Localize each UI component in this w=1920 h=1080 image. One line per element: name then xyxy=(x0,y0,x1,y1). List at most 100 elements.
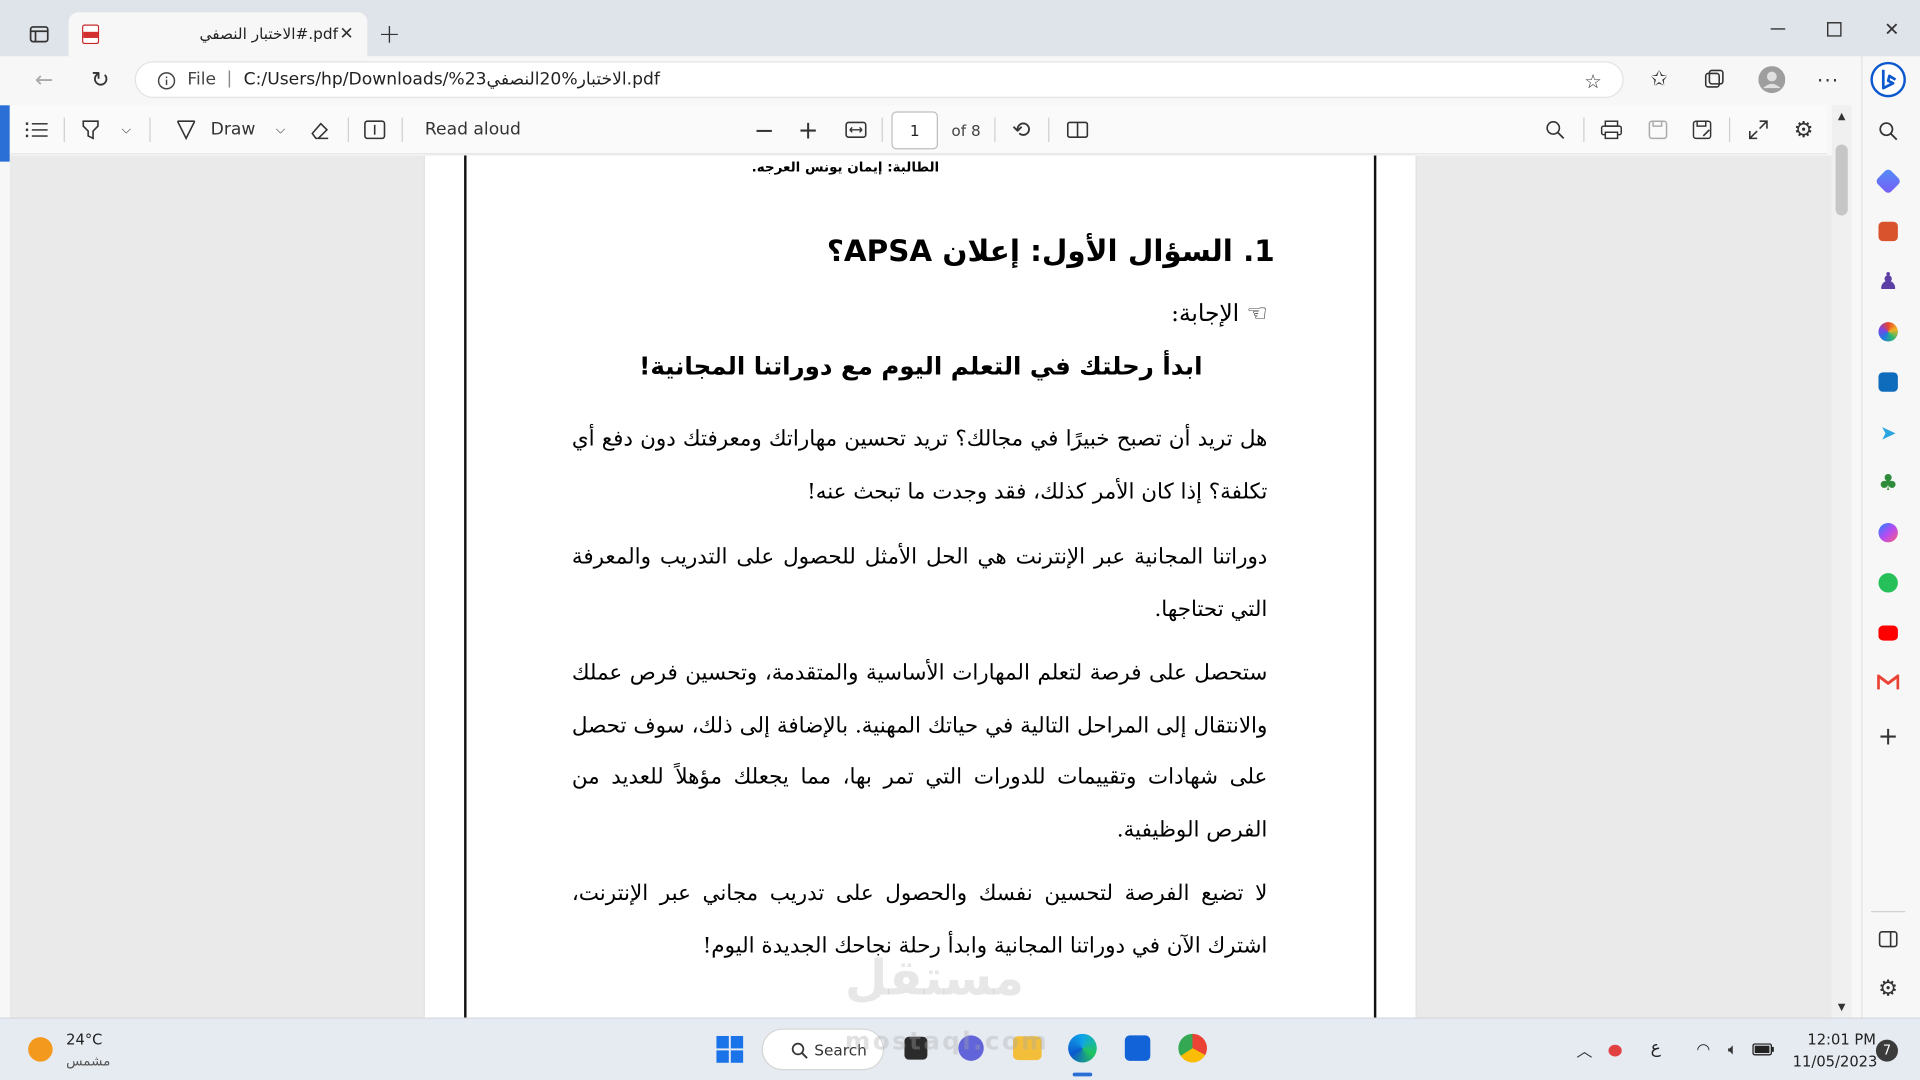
separator xyxy=(1583,117,1585,143)
chevron-up-icon[interactable]: ︿ xyxy=(1575,1040,1595,1061)
clock-date[interactable]: 11/05/2023 xyxy=(1793,1053,1878,1070)
chrome-icon[interactable] xyxy=(1178,1033,1207,1063)
watermark-latin: mostaql.com xyxy=(844,1026,1050,1056)
page-number-input[interactable]: 1 xyxy=(891,111,938,150)
separator xyxy=(881,117,883,143)
sidebar-settings-icon[interactable]: ⚙ xyxy=(1875,975,1902,1002)
vertical-scrollbar[interactable] xyxy=(1831,105,1852,1018)
active-app-indicator xyxy=(1072,1072,1093,1077)
pdf-page: الطالبة: إيمان يونس العرجه. 1. السؤال ال… xyxy=(424,155,1416,1025)
close-tab-icon[interactable]: ✕ xyxy=(338,24,355,44)
weather-description: مشمس xyxy=(66,1053,111,1069)
search-icon[interactable] xyxy=(1875,118,1902,145)
info-icon[interactable] xyxy=(156,70,178,92)
close-window-icon[interactable]: ✕ xyxy=(1880,17,1904,41)
settings-gear-icon[interactable]: ⚙ xyxy=(1791,117,1815,143)
whatsapp-icon[interactable] xyxy=(1878,573,1898,593)
outlook-icon[interactable] xyxy=(1878,372,1898,392)
chevron-down-icon[interactable]: ⌵ xyxy=(272,120,289,140)
paragraph: دوراتنا المجانية عبر الإنترنت هي الحل ال… xyxy=(571,544,1268,622)
split-screen-icon[interactable] xyxy=(1875,926,1902,953)
draw-label[interactable]: Draw xyxy=(211,120,256,140)
wifi-icon[interactable]: ◠ xyxy=(1692,1040,1714,1060)
page-count: of 8 xyxy=(951,121,981,140)
highlight-icon[interactable] xyxy=(78,118,102,142)
weather-sun-icon[interactable] xyxy=(28,1037,53,1062)
back-icon[interactable]: ← xyxy=(29,66,58,93)
volume-icon[interactable]: 🔈︎ xyxy=(1722,1040,1744,1060)
ad-headline: ابدأ رحلتك في التعلم اليوم مع دوراتنا ال… xyxy=(639,351,1203,381)
tools-briefcase-icon[interactable] xyxy=(1878,221,1898,242)
separator xyxy=(347,117,349,143)
contents-icon[interactable] xyxy=(24,118,48,142)
edge-browser-icon[interactable] xyxy=(1068,1033,1097,1063)
tab-title: الاختبار النصفي#.pdf xyxy=(199,24,338,43)
gmail-icon[interactable] xyxy=(1875,669,1902,696)
fit-width-icon[interactable] xyxy=(842,118,869,142)
find-icon[interactable] xyxy=(1543,118,1567,142)
window-accent xyxy=(0,105,10,162)
weather-temperature[interactable]: 24°C xyxy=(66,1031,102,1048)
tree-icon[interactable]: ♣ xyxy=(1875,469,1902,496)
messenger-icon[interactable] xyxy=(1878,522,1898,543)
start-windows-icon[interactable] xyxy=(714,1033,746,1065)
add-sidebar-app-icon[interactable]: + xyxy=(1875,721,1902,750)
separator xyxy=(1871,911,1906,913)
active-tab[interactable]: الاختبار النصفي#.pdf ✕ xyxy=(68,12,368,57)
eraser-icon[interactable] xyxy=(307,118,331,142)
separator xyxy=(1048,117,1050,143)
separator xyxy=(63,117,65,143)
fullscreen-icon[interactable] xyxy=(1746,118,1770,142)
draw-icon[interactable] xyxy=(174,118,198,142)
address-url[interactable]: C:/Users/hp/Downloads/%23الاختبار%20النص… xyxy=(244,70,660,90)
battery-icon[interactable] xyxy=(1751,1041,1775,1058)
maximize-icon[interactable] xyxy=(1822,17,1846,41)
notification-badge[interactable]: 7 xyxy=(1875,1039,1898,1062)
favorites-icon[interactable]: ✩ xyxy=(1646,66,1673,93)
save-icon[interactable] xyxy=(1646,118,1670,142)
chevron-down-icon[interactable]: ⌵ xyxy=(118,120,135,140)
network-status-icon[interactable] xyxy=(1608,1044,1622,1057)
zoom-in-icon[interactable]: + xyxy=(796,115,820,144)
bing-copilot-icon[interactable] xyxy=(1869,60,1908,99)
microsoft-365-icon[interactable] xyxy=(1878,322,1898,342)
address-scheme: File xyxy=(187,69,217,90)
print-icon[interactable] xyxy=(1599,118,1623,142)
rotate-icon[interactable]: ⟲ xyxy=(1009,117,1033,143)
separator xyxy=(994,117,996,143)
microsoft-store-icon[interactable] xyxy=(1124,1035,1151,1061)
page-view-icon[interactable] xyxy=(1065,118,1089,142)
pdf-file-icon xyxy=(81,24,101,45)
scrollbar-thumb[interactable] xyxy=(1835,144,1848,216)
scroll-down-icon[interactable]: ▼ xyxy=(1834,999,1849,1014)
address-bar[interactable]: File | C:/Users/hp/Downloads/%23الاختبار… xyxy=(134,61,1624,98)
answer-label: ☜ الإجابة: xyxy=(1171,300,1268,327)
separator xyxy=(149,117,151,143)
clock-time[interactable]: 12:01 PM xyxy=(1807,1031,1876,1048)
paragraph: هل تريد أن تصبح خبيرًا في مجالك؟ تريد تح… xyxy=(571,427,1268,504)
separator xyxy=(401,117,403,143)
watermark-arabic: مستقل xyxy=(844,950,1025,1007)
profile-avatar[interactable] xyxy=(1758,66,1786,94)
paragraph: ستحصل على فرصة لتعلم المهارات الأساسية و… xyxy=(571,661,1268,842)
youtube-icon[interactable] xyxy=(1878,625,1898,641)
read-aloud-button[interactable]: Read aloud xyxy=(425,120,521,140)
zoom-out-icon[interactable]: − xyxy=(752,115,776,144)
text-box-icon[interactable] xyxy=(362,118,386,142)
telegram-icon[interactable]: ➤ xyxy=(1875,419,1902,446)
minimize-icon[interactable] xyxy=(1766,17,1790,41)
separator xyxy=(1728,117,1731,143)
collections-icon[interactable] xyxy=(1701,66,1728,93)
language-indicator[interactable]: ع xyxy=(1651,1038,1661,1058)
tab-actions-icon[interactable] xyxy=(27,22,51,46)
question-title: 1. السؤال الأول: إعلان APSA؟ xyxy=(826,233,1275,269)
student-name: الطالبة: إيمان يونس العرجه. xyxy=(751,159,940,176)
more-menu-icon[interactable]: ··· xyxy=(1815,66,1842,93)
add-favorite-icon[interactable]: ☆ xyxy=(1581,69,1605,93)
games-chess-icon[interactable]: ♟ xyxy=(1875,268,1902,295)
save-as-icon[interactable] xyxy=(1690,118,1714,142)
scroll-up-icon[interactable]: ▲ xyxy=(1834,108,1849,123)
search-icon xyxy=(790,1041,810,1061)
refresh-icon[interactable]: ↻ xyxy=(86,66,115,93)
new-tab-icon[interactable]: + xyxy=(377,19,401,50)
